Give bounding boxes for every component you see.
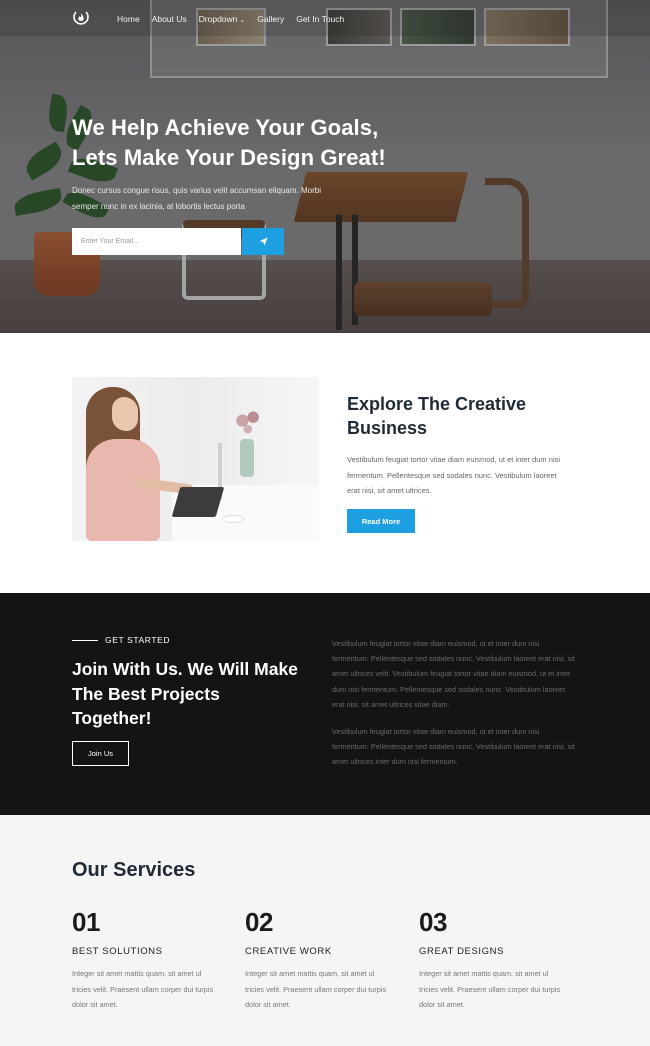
flame-logo-icon[interactable] — [72, 10, 90, 26]
join-paragraph-2: Vestibulum feugiat tortor vitae diam eui… — [332, 727, 575, 767]
about-image-cup — [222, 515, 244, 523]
subscribe-send-button[interactable] — [242, 228, 284, 255]
join-kicker: GET STARTED — [105, 635, 171, 645]
top-navbar: Home About Us Dropdown ⌄ Gallery Get In T… — [0, 0, 650, 36]
service-card: 01 BEST SOLUTIONS Integer sit amet matti… — [72, 908, 217, 1013]
service-number: 03 — [419, 907, 447, 937]
hero-subtitle: Donec cursus congue risus, quis varius v… — [72, 186, 321, 211]
nav-links: Home About Us Dropdown ⌄ Gallery Get In T… — [117, 14, 356, 26]
service-card: 02 CREATIVE WORK Integer sit amet mattis… — [245, 908, 390, 1013]
hero-section: Home About Us Dropdown ⌄ Gallery Get In T… — [0, 0, 650, 333]
about-image-person-body — [86, 439, 160, 541]
service-number: 02 — [245, 907, 273, 937]
services-section: Our Services 01 BEST SOLUTIONS Integer s… — [0, 815, 650, 1046]
services-title: Our Services — [72, 859, 196, 881]
service-text: Integer sit amet mattis quam, sit amet u… — [419, 969, 561, 1009]
about-image — [72, 377, 319, 541]
paper-plane-icon — [258, 234, 268, 249]
hero-title: We Help Achieve Your Goals, Lets Make Yo… — [72, 113, 492, 173]
about-image-laptop — [171, 487, 225, 517]
service-text: Integer sit amet mattis quam, sit amet u… — [245, 969, 387, 1009]
about-text: Vestibulum feugiat tortor vitae diam eui… — [347, 455, 561, 495]
service-name: CREATIVE WORK — [245, 946, 332, 957]
nav-item-home[interactable]: Home — [117, 14, 140, 26]
email-input[interactable] — [72, 228, 241, 255]
service-name: BEST SOLUTIONS — [72, 946, 163, 957]
about-image-vase — [240, 439, 254, 477]
nav-item-dropdown-label: Dropdown — [198, 14, 238, 24]
hero-title-line1: We Help Achieve Your Goals, — [72, 115, 379, 140]
chevron-down-icon: ⌄ — [239, 17, 246, 24]
about-title: Explore The Creative Business — [347, 394, 527, 438]
nav-item-about-us[interactable]: About Us — [152, 14, 187, 26]
join-section: GET STARTED Join With Us. We Will Make T… — [0, 593, 650, 815]
join-paragraph-1: Vestibulum feugiat tortor vitae diam eui… — [332, 639, 575, 709]
nav-item-dropdown[interactable]: Dropdown ⌄ — [199, 14, 246, 26]
read-more-button[interactable]: Read More — [347, 509, 415, 533]
service-card: 03 GREAT DESIGNS Integer sit amet mattis… — [419, 908, 564, 1013]
nav-item-get-in-touch[interactable]: Get In Touch — [296, 14, 344, 26]
about-image-flowers — [228, 407, 264, 441]
service-number: 01 — [72, 907, 100, 937]
join-title: Join With Us. We Will Make The Best Proj… — [72, 659, 298, 728]
nav-item-gallery[interactable]: Gallery — [257, 14, 284, 26]
about-image-person-face — [112, 397, 138, 431]
service-text: Integer sit amet mattis quam, sit amet u… — [72, 969, 214, 1009]
hero-title-line2: Lets Make Your Design Great! — [72, 145, 386, 170]
service-name: GREAT DESIGNS — [419, 946, 505, 957]
kicker-line — [72, 640, 98, 641]
join-us-button[interactable]: Join Us — [72, 741, 129, 766]
